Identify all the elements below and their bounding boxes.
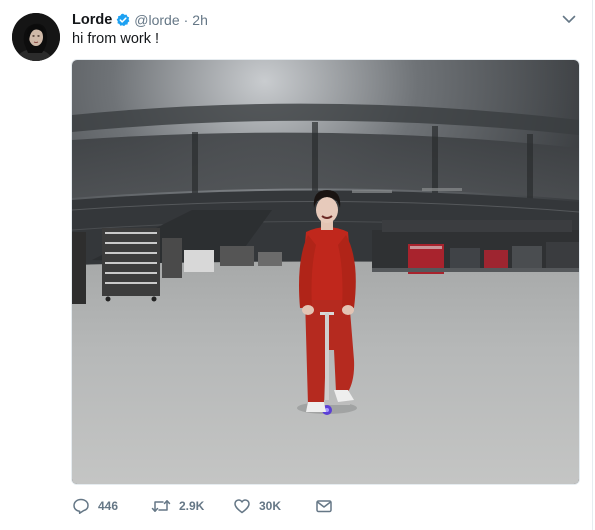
chevron-down-icon[interactable] bbox=[561, 11, 577, 27]
tweet[interactable]: Lorde @lorde · 2h hi from work ! 446 2.9… bbox=[0, 0, 595, 530]
separator-dot: · bbox=[183, 12, 189, 28]
like-button[interactable]: 30K bbox=[233, 497, 281, 515]
avatar-image bbox=[12, 13, 60, 61]
reply-icon bbox=[72, 497, 90, 515]
heart-icon bbox=[233, 497, 251, 515]
user-handle[interactable]: @lorde bbox=[134, 12, 179, 28]
tweet-text: hi from work ! bbox=[72, 31, 160, 47]
envelope-icon bbox=[315, 497, 333, 515]
timestamp[interactable]: 2h bbox=[192, 12, 208, 28]
divider bbox=[592, 0, 593, 530]
tweet-photo[interactable] bbox=[71, 59, 580, 485]
verified-badge-icon bbox=[116, 13, 130, 27]
retweet-icon bbox=[151, 497, 171, 515]
direct-message-button[interactable] bbox=[315, 497, 333, 515]
avatar[interactable] bbox=[12, 13, 60, 61]
arena-photo bbox=[72, 60, 579, 484]
display-name[interactable]: Lorde bbox=[72, 12, 112, 28]
retweet-count: 2.9K bbox=[179, 499, 205, 513]
tweet-header: Lorde @lorde · 2h bbox=[72, 10, 208, 30]
reply-button[interactable]: 446 bbox=[72, 497, 118, 515]
reply-count: 446 bbox=[98, 499, 119, 513]
retweet-button[interactable]: 2.9K bbox=[151, 497, 204, 515]
like-count: 30K bbox=[259, 499, 282, 513]
